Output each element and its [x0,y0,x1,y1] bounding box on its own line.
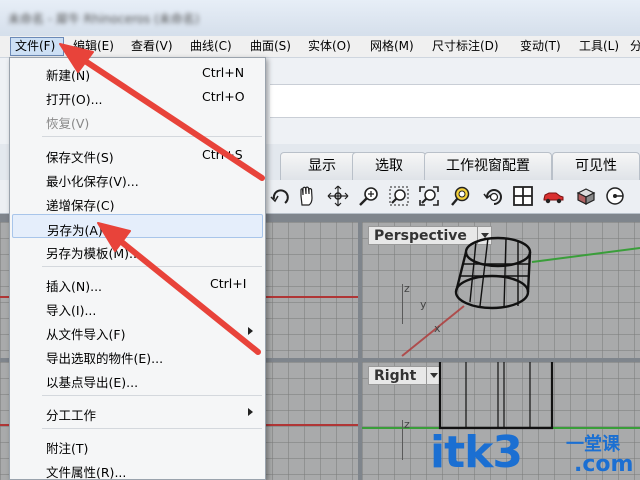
menu-dimension[interactable]: 尺寸标注(D) [432,37,499,56]
menu-surface[interactable]: 曲面(S) [250,37,291,56]
zoom-selected-icon[interactable] [450,185,472,207]
viewport-perspective[interactable]: Perspective z y x [362,222,640,358]
menu-file[interactable]: 文件(F) [10,37,64,56]
menu-item-save-small[interactable]: 最小化保存(V)... [12,166,263,190]
menu-bar: 文件(F) 编辑(E) 查看(V) 曲线(C) 曲面(S) 实体(O) 网格(M… [0,36,640,58]
window-titlebar: 未命名 - 犀牛 Rhinoceros (未命名) [0,0,640,36]
command-input[interactable] [270,84,640,118]
menu-separator [42,266,262,267]
axis-label-z: z [404,282,410,295]
menu-item-import-from-file[interactable]: 从文件导入(F) [12,319,263,343]
undo-view-icon[interactable] [482,185,504,207]
menu-tools[interactable]: 工具(L) [579,37,619,56]
watermark-domain: .com [574,452,634,477]
menu-separator [42,428,262,429]
zoom-icon[interactable] [358,185,380,207]
rotate-view-icon[interactable] [270,185,292,207]
menu-item-save-as[interactable]: 另存为(A) [12,214,263,238]
rotate-cplane-icon[interactable] [604,185,626,207]
zoom-extents-icon[interactable] [418,185,440,207]
menu-item-properties[interactable]: 文件属性(R)... [12,457,263,480]
pan-hand-icon[interactable] [296,185,318,207]
shaded-icon[interactable] [574,185,596,207]
menu-separator [42,136,262,137]
menu-item-export-with-origin[interactable]: 以基点导出(E)... [12,367,263,391]
menu-mesh[interactable]: 网格(M) [370,37,414,56]
menu-item-open[interactable]: 打开(O)... Ctrl+O [12,84,263,108]
watermark-logo: itk3 一堂课 .com [424,426,640,480]
axis-label-z-right: z [404,418,410,431]
zoom-window-icon[interactable] [388,185,410,207]
menu-item-save-as-template[interactable]: 另存为模板(M)... [12,238,263,262]
menu-item-worksession[interactable]: 分工工作 [12,400,263,424]
menu-item-import[interactable]: 导入(I)... [12,295,263,319]
menu-item-new[interactable]: 新建(N) Ctrl+N [12,60,263,84]
menu-more[interactable]: 分 [630,37,640,56]
move-view-icon[interactable] [327,185,349,207]
menu-item-incremental-save[interactable]: 递增保存(C) [12,190,263,214]
menu-item-insert[interactable]: 插入(N)... Ctrl+I [12,271,263,295]
tab-viewport-layout[interactable]: 工作视窗配置 [424,152,552,180]
tab-visibility[interactable]: 可见性 [552,152,640,180]
menu-solid[interactable]: 实体(O) [308,37,351,56]
menu-edit[interactable]: 编辑(E) [73,37,114,56]
menu-item-save[interactable]: 保存文件(S) Ctrl+S [12,142,263,166]
menu-item-export-selected[interactable]: 导出选取的物件(E)... [12,343,263,367]
submenu-arrow-icon [248,408,253,416]
tab-select[interactable]: 选取 [352,152,426,180]
window-title: 未命名 - 犀牛 Rhinoceros (未命名) [8,12,200,26]
menu-item-notes[interactable]: 附注(T) [12,433,263,457]
menu-separator [42,395,262,396]
axis-label-x: x [434,322,441,335]
menu-curve[interactable]: 曲线(C) [190,37,232,56]
watermark-main: itk3 [430,427,523,478]
z-axis-guide [402,284,403,324]
four-viewports-icon[interactable] [512,185,534,207]
file-menu-dropdown: 新建(N) Ctrl+N 打开(O)... Ctrl+O 恢复(V) 保存文件(… [9,57,266,480]
submenu-arrow-icon [248,327,253,335]
car-render-icon[interactable] [542,185,564,207]
menu-transform[interactable]: 变动(T) [520,37,561,56]
z-axis-guide-right [402,420,403,460]
axis-label-y: y [420,298,427,311]
menu-view[interactable]: 查看(V) [131,37,173,56]
menu-item-revert: 恢复(V) [46,116,90,131]
